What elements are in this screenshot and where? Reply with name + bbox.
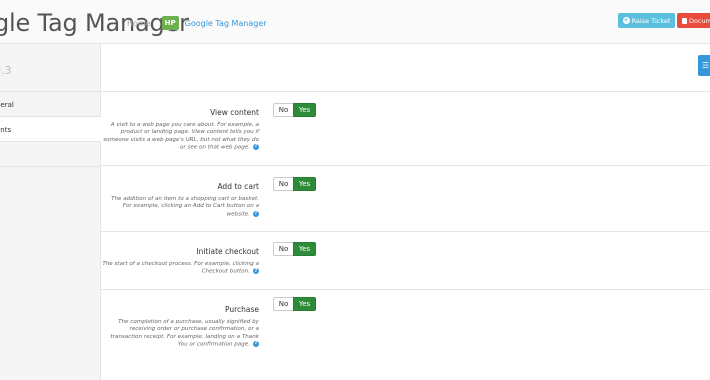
raise-ticket-button[interactable]: + Raise Ticket	[618, 13, 675, 28]
main-panel: ☰ View content A visit to a web page you…	[101, 44, 710, 380]
initiate-checkout-toggle: No Yes	[273, 242, 316, 256]
add-to-cart-toggle: No Yes	[273, 177, 316, 191]
help-icon[interactable]: ?	[253, 210, 259, 217]
sidebar-item-label: ents	[0, 126, 12, 134]
view-content-toggle: No Yes	[273, 103, 316, 117]
event-label-column: Add to cart The addition of an item to a…	[101, 182, 259, 218]
version-panel: 0.3	[0, 44, 100, 92]
documentation-label: Docum	[689, 16, 710, 25]
event-help-text: A visit to a web page you care about. Fo…	[103, 122, 259, 151]
event-row-initiate-checkout: Initiate checkout The start of a checkou…	[101, 232, 710, 290]
event-label-column: Purchase The completion of a purchase, u…	[101, 305, 259, 349]
documentation-button[interactable]: Docum	[677, 13, 710, 28]
plus-circle-icon: +	[622, 16, 630, 24]
event-row-view-content: View content A visit to a web page you c…	[101, 92, 710, 166]
top-bar: gle Tag Manager Home HP Google Tag Manag…	[0, 0, 710, 44]
toggle-no-button[interactable]: No	[273, 242, 293, 256]
purchase-toggle: No Yes	[273, 297, 316, 311]
toggle-no-button[interactable]: No	[273, 103, 293, 117]
event-title: Initiate checkout	[196, 247, 259, 256]
toggle-no-button[interactable]: No	[273, 177, 293, 191]
panel-header: ☰	[101, 44, 710, 92]
event-title: View content	[210, 108, 259, 117]
toggle-yes-button[interactable]: Yes	[293, 103, 316, 117]
event-row-purchase: Purchase The completion of a purchase, u…	[101, 290, 710, 380]
event-help-text: The addition of an item to a shopping ca…	[111, 196, 259, 218]
raise-ticket-label: Raise Ticket	[631, 16, 671, 25]
toggle-yes-button[interactable]: Yes	[293, 242, 316, 256]
toggle-no-button[interactable]: No	[273, 297, 293, 311]
save-icon: ☰	[702, 61, 710, 70]
event-help-text: The start of a checkout process. For exa…	[102, 261, 259, 275]
help-icon[interactable]: ?	[253, 143, 259, 150]
breadcrumb: Home HP Google Tag Manager	[127, 16, 267, 30]
breadcrumb-current-link[interactable]: Google Tag Manager	[185, 19, 267, 28]
help-icon[interactable]: ?	[253, 340, 259, 347]
event-label-column: Initiate checkout The start of a checkou…	[101, 247, 259, 276]
toggle-yes-button[interactable]: Yes	[293, 297, 316, 311]
sidebar-item-label: neral	[0, 101, 14, 109]
help-icon[interactable]: ?	[253, 268, 259, 275]
event-help-text: The completion of a purchase, usually si…	[110, 319, 259, 348]
sidebar-item-help[interactable]: p	[0, 142, 100, 167]
event-title: Purchase	[224, 305, 259, 314]
event-label-column: View content A visit to a web page you c…	[101, 108, 259, 152]
breadcrumb-home-link[interactable]: Home	[127, 19, 151, 28]
version-label: 0.3	[0, 64, 12, 77]
sidebar-item-general[interactable]: neral	[0, 92, 100, 117]
event-title: Add to cart	[217, 182, 259, 191]
book-icon	[682, 17, 687, 24]
save-button[interactable]: ☰	[698, 55, 710, 76]
sidebar-item-events[interactable]: ents	[0, 117, 101, 142]
event-row-add-to-cart: Add to cart The addition of an item to a…	[101, 166, 710, 232]
toggle-yes-button[interactable]: Yes	[293, 177, 316, 191]
sidebar: 0.3 neral ents p	[0, 44, 101, 380]
module-badge: HP	[161, 16, 179, 30]
